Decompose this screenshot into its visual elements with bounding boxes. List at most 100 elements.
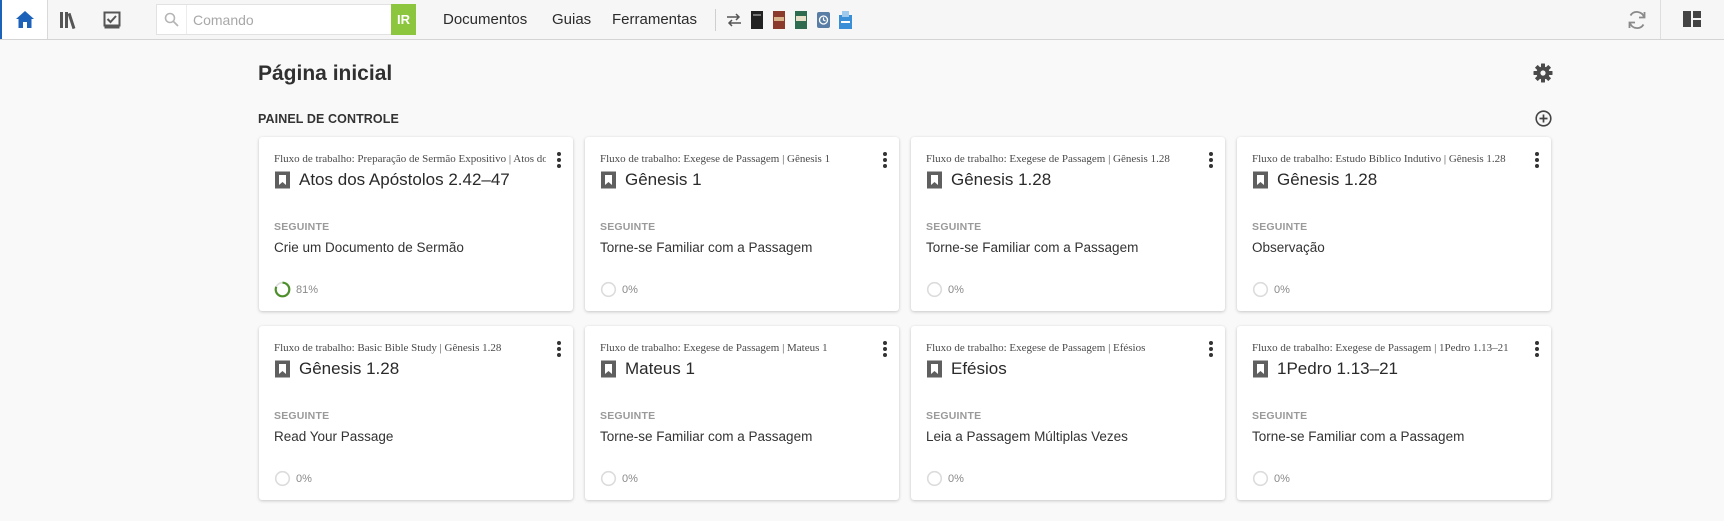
more-options-icon[interactable]: [879, 340, 891, 358]
command-search: IR: [156, 4, 416, 35]
next-step[interactable]: Torne-se Familiar com a Passagem: [600, 429, 812, 444]
next-label: SEGUINTE: [600, 221, 656, 233]
go-button[interactable]: IR: [391, 4, 416, 35]
top-toolbar: IR Documentos Guias Ferramentas: [0, 0, 1724, 40]
progress-text: 0%: [1274, 283, 1290, 296]
progress-indicator: 0%: [926, 281, 964, 298]
next-step[interactable]: Crie um Documento de Sermão: [274, 240, 464, 255]
next-label: SEGUINTE: [274, 410, 330, 422]
workflow-card[interactable]: Fluxo de trabalho: Exegese de Passagem |…: [585, 137, 899, 311]
workflow-title: Fluxo de trabalho: Estudo Bíblico Induti…: [1252, 153, 1506, 165]
passage-reference[interactable]: Gênesis 1: [600, 170, 702, 190]
reference-label: Gênesis 1.28: [299, 359, 400, 378]
gear-icon: [1533, 63, 1553, 83]
workflow-card[interactable]: Fluxo de trabalho: Exegese de Passagem |…: [585, 326, 899, 500]
layout-button[interactable]: [1682, 9, 1702, 29]
bookmark-icon: [927, 360, 942, 378]
clock-book-icon[interactable]: [816, 10, 830, 30]
progress-ring: [600, 281, 617, 298]
next-label: SEGUINTE: [926, 221, 982, 233]
progress-indicator: 0%: [1252, 281, 1290, 298]
more-options-icon[interactable]: [1531, 151, 1543, 169]
progress-ring: [1252, 281, 1269, 298]
command-input[interactable]: [187, 5, 383, 34]
bookmark-icon: [601, 360, 616, 378]
sync-button[interactable]: [1624, 7, 1650, 33]
workflow-card[interactable]: Fluxo de trabalho: Exegese de Passagem |…: [911, 137, 1225, 311]
more-options-icon[interactable]: [879, 151, 891, 169]
workflow-title: Fluxo de trabalho: Exegese de Passagem |…: [926, 153, 1170, 165]
passage-reference[interactable]: Gênesis 1.28: [1252, 170, 1377, 190]
progress-ring: [1252, 470, 1269, 487]
progress-ring: [274, 470, 291, 487]
next-step[interactable]: Read Your Passage: [274, 429, 393, 444]
sync-icon: [1628, 11, 1646, 29]
more-options-icon[interactable]: [553, 151, 565, 169]
menu-guides[interactable]: Guias: [552, 0, 591, 39]
green-book-icon[interactable]: [794, 10, 808, 30]
progress-text: 0%: [948, 472, 964, 485]
progress-text: 0%: [622, 472, 638, 485]
bookmark-icon: [275, 360, 290, 378]
passage-reference[interactable]: 1Pedro 1.13–21: [1252, 359, 1398, 379]
more-options-icon[interactable]: [1205, 340, 1217, 358]
library-icon: [60, 11, 76, 29]
add-widget-button[interactable]: [1535, 110, 1552, 127]
brown-book-icon[interactable]: [772, 10, 786, 30]
next-label: SEGUINTE: [926, 410, 982, 422]
blue-book-icon[interactable]: [838, 10, 852, 30]
toolbar-divider: [715, 9, 716, 31]
next-step[interactable]: Leia a Passagem Múltiplas Vezes: [926, 429, 1128, 444]
more-options-icon[interactable]: [1531, 340, 1543, 358]
checkbox-list-icon: [103, 11, 121, 28]
progress-indicator: 0%: [1252, 470, 1290, 487]
next-label: SEGUINTE: [274, 221, 330, 233]
menu-documents[interactable]: Documentos: [443, 0, 527, 39]
reference-label: Efésios: [951, 359, 1007, 378]
home-button[interactable]: [0, 0, 48, 39]
progress-text: 81%: [296, 283, 319, 296]
settings-button[interactable]: [1533, 63, 1553, 83]
workflow-card[interactable]: Fluxo de trabalho: Basic Bible Study | G…: [259, 326, 573, 500]
more-options-icon[interactable]: [553, 340, 565, 358]
progress-indicator: 81%: [274, 281, 318, 298]
more-options-icon[interactable]: [1205, 151, 1217, 169]
bookmark-icon: [601, 171, 616, 189]
workflow-card[interactable]: Fluxo de trabalho: Estudo Bíblico Induti…: [1237, 137, 1551, 311]
library-button[interactable]: [56, 0, 84, 39]
progress-text: 0%: [296, 472, 312, 485]
reference-label: 1Pedro 1.13–21: [1277, 359, 1398, 378]
workflow-title: Fluxo de trabalho: Exegese de Passagem |…: [600, 342, 828, 354]
swap-arrows-icon[interactable]: [726, 10, 742, 30]
workflow-card[interactable]: Fluxo de trabalho: Exegese de Passagem |…: [1237, 326, 1551, 500]
passage-reference[interactable]: Mateus 1: [600, 359, 695, 379]
toolbar-divider: [1660, 0, 1661, 39]
passage-reference[interactable]: Efésios: [926, 359, 1007, 379]
workflow-card[interactable]: Fluxo de trabalho: Preparação de Sermão …: [259, 137, 573, 311]
panel-layout-icon: [1683, 11, 1701, 27]
dark-book-icon[interactable]: [750, 10, 764, 30]
workflow-title: Fluxo de trabalho: Exegese de Passagem |…: [1252, 342, 1509, 354]
passage-reference[interactable]: Gênesis 1.28: [274, 359, 399, 379]
menu-tools[interactable]: Ferramentas: [612, 0, 697, 39]
next-step[interactable]: Torne-se Familiar com a Passagem: [600, 240, 812, 255]
progress-text: 0%: [948, 283, 964, 296]
next-step[interactable]: Torne-se Familiar com a Passagem: [1252, 429, 1464, 444]
tasks-button[interactable]: [100, 0, 124, 39]
progress-indicator: 0%: [926, 470, 964, 487]
workflow-card[interactable]: Fluxo de trabalho: Exegese de Passagem |…: [911, 326, 1225, 500]
next-step[interactable]: Observação: [1252, 240, 1325, 255]
next-label: SEGUINTE: [600, 410, 656, 422]
reference-label: Gênesis 1.28: [951, 170, 1052, 189]
workflow-title: Fluxo de trabalho: Preparação de Sermão …: [274, 153, 546, 165]
bookmark-icon: [1253, 171, 1268, 189]
bookmark-icon: [927, 171, 942, 189]
passage-reference[interactable]: Atos dos Apóstolos 2.42–47: [274, 170, 510, 190]
bookmark-icon: [1253, 360, 1268, 378]
next-step[interactable]: Torne-se Familiar com a Passagem: [926, 240, 1138, 255]
progress-indicator: 0%: [600, 281, 638, 298]
bookmark-icon: [275, 171, 290, 189]
workflow-title: Fluxo de trabalho: Exegese de Passagem |…: [926, 342, 1146, 354]
progress-text: 0%: [622, 283, 638, 296]
passage-reference[interactable]: Gênesis 1.28: [926, 170, 1051, 190]
